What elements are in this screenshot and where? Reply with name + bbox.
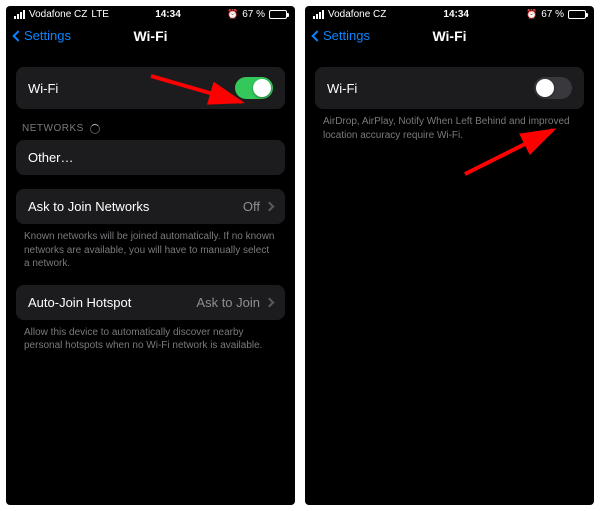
chevron-left-icon [12, 30, 23, 41]
wifi-toggle-off[interactable] [534, 77, 572, 99]
status-bar: Vodafone CZ LTE 14:34 ⏰ 67 % [6, 6, 295, 22]
ask-to-join-label: Ask to Join Networks [28, 199, 149, 214]
alarm-icon: ⏰ [227, 9, 238, 20]
wifi-off-footer: AirDrop, AirPlay, Notify When Left Behin… [315, 109, 584, 142]
auto-join-hotspot-label: Auto-Join Hotspot [28, 295, 131, 310]
alarm-icon: ⏰ [526, 9, 537, 20]
wifi-toggle-row[interactable]: Wi-Fi [16, 67, 285, 109]
status-bar: Vodafone CZ 14:34 ⏰ 67 % [305, 6, 594, 22]
battery-icon [568, 10, 586, 19]
auto-join-hotspot-row[interactable]: Auto-Join Hotspot Ask to Join [16, 285, 285, 320]
chevron-left-icon [311, 30, 322, 41]
signal-bars-icon [14, 10, 25, 19]
clock-label: 14:34 [443, 9, 469, 20]
other-network-row[interactable]: Other… [16, 140, 285, 175]
back-button[interactable]: Settings [14, 28, 71, 43]
ask-to-join-value: Off [243, 199, 260, 214]
carrier-label: Vodafone CZ [328, 9, 386, 20]
wifi-toggle-on[interactable] [235, 77, 273, 99]
signal-bars-icon [313, 10, 324, 19]
phone-screenshot-wifi-off: Vodafone CZ 14:34 ⏰ 67 % Settings Wi-Fi … [305, 6, 594, 505]
wifi-row-label: Wi-Fi [28, 81, 58, 96]
wifi-toggle-row[interactable]: Wi-Fi [315, 67, 584, 109]
wifi-row-label: Wi-Fi [327, 81, 357, 96]
clock-label: 14:34 [155, 9, 181, 20]
nav-bar: Settings Wi-Fi [6, 22, 295, 53]
nav-bar: Settings Wi-Fi [305, 22, 594, 53]
auto-join-hotspot-value: Ask to Join [196, 295, 260, 310]
other-network-label: Other… [28, 150, 74, 165]
battery-percent-label: 67 % [242, 9, 265, 20]
back-label: Settings [323, 28, 370, 43]
networks-section-header: NETWORKS [16, 123, 285, 140]
back-button[interactable]: Settings [313, 28, 370, 43]
ask-to-join-footer: Known networks will be joined automatica… [16, 224, 285, 271]
network-type-label: LTE [91, 9, 109, 20]
auto-join-hotspot-footer: Allow this device to automatically disco… [16, 320, 285, 353]
battery-icon [269, 10, 287, 19]
back-label: Settings [24, 28, 71, 43]
carrier-label: Vodafone CZ [29, 9, 87, 20]
battery-percent-label: 67 % [541, 9, 564, 20]
phone-screenshot-wifi-on: Vodafone CZ LTE 14:34 ⏰ 67 % Settings Wi… [6, 6, 295, 505]
ask-to-join-row[interactable]: Ask to Join Networks Off [16, 189, 285, 224]
loading-spinner-icon [90, 124, 100, 134]
chevron-right-icon [265, 202, 275, 212]
chevron-right-icon [265, 297, 275, 307]
